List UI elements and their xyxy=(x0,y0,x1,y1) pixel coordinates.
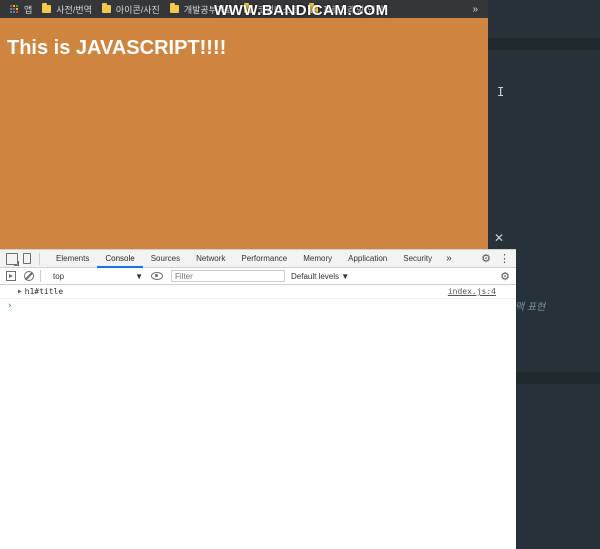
text-cursor-icon: I xyxy=(497,85,505,99)
folder-icon xyxy=(101,3,111,13)
tab-performance[interactable]: Performance xyxy=(233,250,295,268)
divider xyxy=(40,270,41,282)
tab-sources[interactable]: Sources xyxy=(143,250,188,268)
device-toolbar-icon[interactable] xyxy=(23,253,31,264)
editor-band xyxy=(488,38,600,50)
more-tabs-button[interactable]: » xyxy=(440,253,458,264)
bookmark-folder[interactable]: 아이콘/사진 xyxy=(101,3,160,16)
settings-gear-icon[interactable]: ⚙ xyxy=(481,252,491,265)
tab-memory[interactable]: Memory xyxy=(295,250,340,268)
console-toolbar: top ▼ Default levels ▼ ⚙ xyxy=(0,268,516,285)
close-icon[interactable]: ✕ xyxy=(494,231,504,245)
console-prompt[interactable]: › xyxy=(0,299,516,313)
filter-input[interactable] xyxy=(171,270,285,282)
bookmarks-overflow-button[interactable]: » xyxy=(472,4,478,15)
folder-icon xyxy=(42,3,52,13)
more-options-icon[interactable]: ⋮ xyxy=(499,252,510,265)
editor-text: 맥 표현 xyxy=(515,302,546,313)
divider xyxy=(39,252,40,265)
bookmark-apps[interactable]: 앱 xyxy=(10,3,32,16)
context-select[interactable]: top ▼ xyxy=(53,272,143,281)
tab-elements[interactable]: Elements xyxy=(48,250,97,268)
devtools-panel: Elements Console Sources Network Perform… xyxy=(0,249,516,549)
console-output: ▶ h1#title index.js:4 › xyxy=(0,285,516,313)
folder-icon xyxy=(169,3,179,13)
devtools-tabbar: Elements Console Sources Network Perform… xyxy=(0,250,516,268)
log-message: h1#title xyxy=(24,287,64,296)
context-value: top xyxy=(53,271,65,281)
log-source-link[interactable]: index.js:4 xyxy=(448,287,496,296)
prompt-caret-icon: › xyxy=(7,301,13,311)
page-viewport: This is JAVASCRIPT!!!! xyxy=(0,18,488,249)
expand-triangle-icon[interactable]: ▶ xyxy=(18,288,22,295)
console-log-row[interactable]: ▶ h1#title index.js:4 xyxy=(0,285,516,299)
console-settings-gear-icon[interactable]: ⚙ xyxy=(500,270,510,283)
page-title: This is JAVASCRIPT!!!! xyxy=(7,37,227,59)
tab-application[interactable]: Application xyxy=(340,250,395,268)
watermark: WWW.BANDICAM.COM xyxy=(214,2,389,19)
clear-console-icon[interactable] xyxy=(24,271,34,281)
bookmark-label: 앱 xyxy=(24,4,33,15)
tab-console[interactable]: Console xyxy=(97,250,143,268)
live-expression-eye-icon[interactable] xyxy=(151,272,163,280)
bookmark-label: 사전/번역 xyxy=(56,4,92,15)
bookmark-label: 아이콘/사진 xyxy=(115,4,160,15)
bookmark-folder[interactable]: 사전/번역 xyxy=(42,3,92,16)
tab-security[interactable]: Security xyxy=(395,250,440,268)
apps-icon xyxy=(10,4,19,14)
show-sidebar-icon[interactable] xyxy=(6,271,16,281)
chevron-down-icon: ▼ xyxy=(135,271,143,281)
inspect-element-icon[interactable] xyxy=(6,252,19,266)
tab-network[interactable]: Network xyxy=(188,250,233,268)
log-levels-dropdown[interactable]: Default levels ▼ xyxy=(291,272,349,281)
